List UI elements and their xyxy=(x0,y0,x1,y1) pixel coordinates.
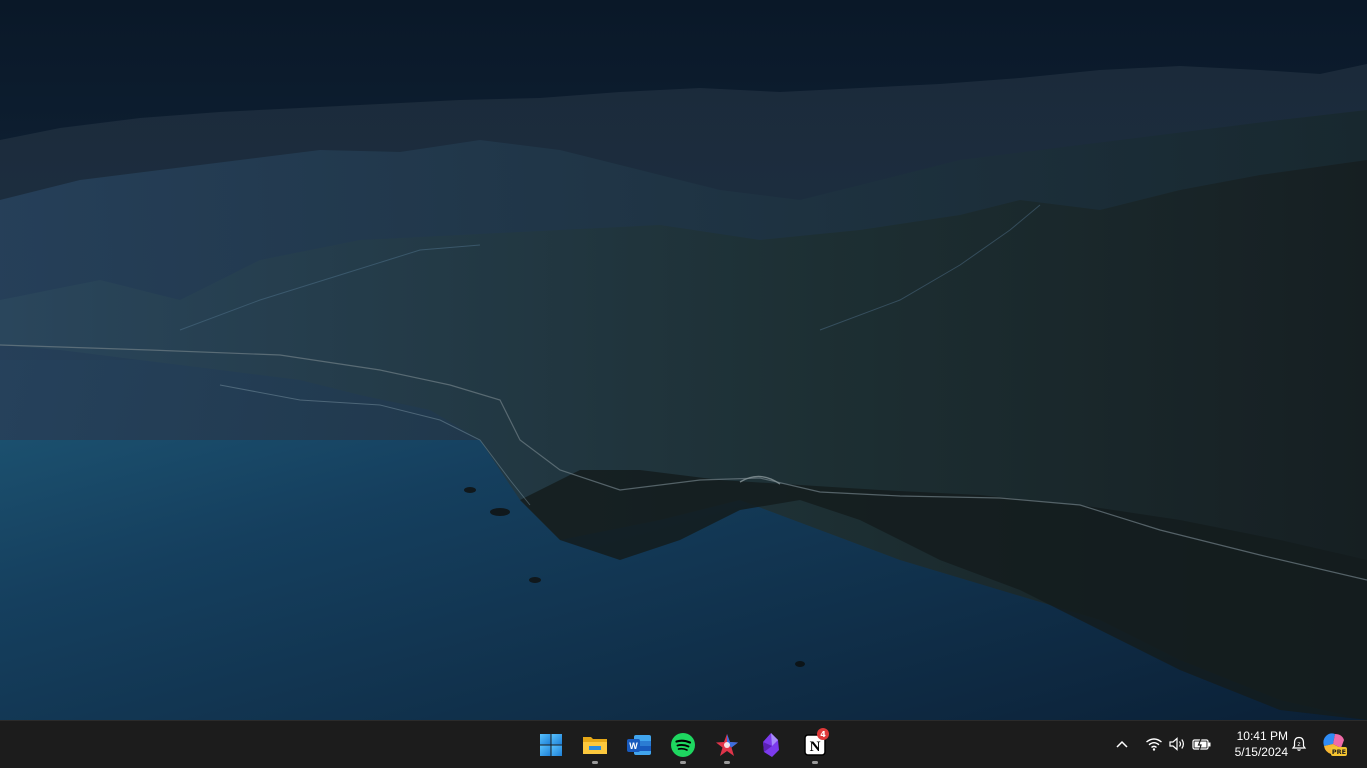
wifi-icon xyxy=(1146,738,1162,751)
chevron-up-icon xyxy=(1116,740,1128,748)
taskbar-star-app[interactable] xyxy=(707,725,747,765)
clock-date: 5/15/2024 xyxy=(1234,745,1288,759)
taskbar: W N 4 10:41 PM 5/15/2024 z PRE xyxy=(0,720,1367,768)
running-indicator xyxy=(592,761,598,764)
network-button[interactable] xyxy=(1143,733,1165,755)
battery-icon xyxy=(1192,738,1211,751)
notifications-button[interactable]: z xyxy=(1288,733,1310,755)
volume-button[interactable] xyxy=(1167,733,1189,755)
notification-bell-icon: z xyxy=(1291,736,1307,751)
battery-button[interactable] xyxy=(1191,733,1213,755)
copilot-icon: PRE xyxy=(1323,733,1347,756)
spotify-icon xyxy=(671,733,695,757)
notification-badge: 4 xyxy=(817,728,829,740)
clock[interactable]: 10:41 PM 5/15/2024 xyxy=(1222,728,1288,760)
start-button[interactable] xyxy=(531,725,571,765)
copilot-pre-badge: PRE xyxy=(1332,748,1346,756)
taskbar-obsidian[interactable] xyxy=(751,725,791,765)
svg-text:z: z xyxy=(1297,741,1300,748)
running-indicator xyxy=(812,761,818,764)
taskbar-file-explorer[interactable] xyxy=(575,725,615,765)
copilot-button[interactable]: PRE xyxy=(1320,730,1348,758)
star-app-icon xyxy=(716,734,738,756)
clock-time: 10:41 PM xyxy=(1236,729,1288,743)
svg-text:W: W xyxy=(629,741,638,751)
show-hidden-icons-button[interactable] xyxy=(1111,733,1133,755)
word-icon: W xyxy=(627,735,651,755)
taskbar-word[interactable]: W xyxy=(619,725,659,765)
volume-icon xyxy=(1169,737,1184,751)
running-indicator xyxy=(724,761,730,764)
taskbar-spotify[interactable] xyxy=(663,725,703,765)
taskbar-notion[interactable]: N 4 xyxy=(795,725,835,765)
svg-text:N: N xyxy=(810,739,821,755)
folder-icon xyxy=(583,737,607,754)
desktop-wallpaper xyxy=(0,0,1367,720)
running-indicator xyxy=(680,761,686,764)
desktop xyxy=(0,0,1367,720)
windows-logo-icon xyxy=(540,734,562,756)
obsidian-icon xyxy=(763,733,779,757)
